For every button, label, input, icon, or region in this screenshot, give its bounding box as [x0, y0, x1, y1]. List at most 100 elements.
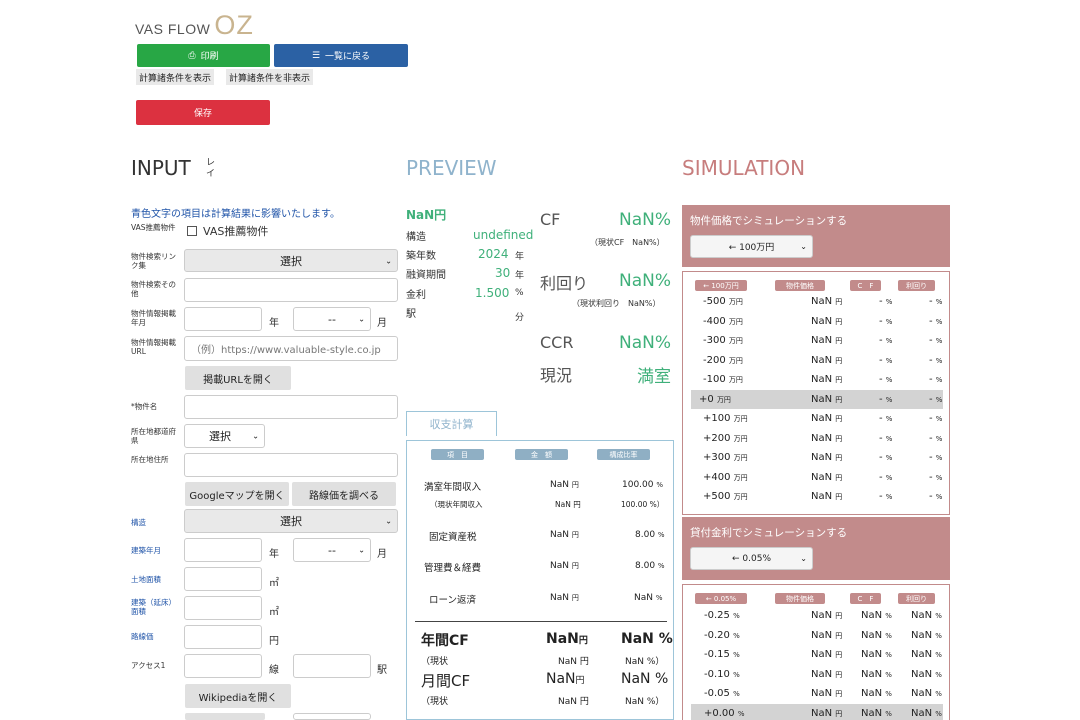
- tab-calc[interactable]: 収支計算: [406, 411, 497, 436]
- line-input[interactable]: [184, 654, 262, 678]
- sim-price: NaN 円: [811, 707, 843, 719]
- route-input[interactable]: [184, 625, 262, 649]
- sim-row: +400 万円 NaN 円 - % - %: [691, 468, 943, 487]
- row-label: 満室年間収入: [424, 482, 482, 493]
- monthly-sub-amount: NaN 円: [558, 697, 589, 707]
- sim-yield: - %: [929, 354, 943, 366]
- route-price-button[interactable]: 路線価を調べる: [292, 482, 396, 506]
- sim-row: -0.25 % NaN 円 NaN % NaN %: [691, 606, 943, 625]
- month-unit: 月: [377, 549, 387, 560]
- sim-cf: NaN %: [861, 649, 892, 660]
- sim-row: -0.10 % NaN 円 NaN % NaN %: [691, 665, 943, 684]
- built-year-input[interactable]: [184, 538, 262, 562]
- sim-delta: +500 万円: [703, 491, 748, 502]
- struct-select[interactable]: 選択 ⌄: [184, 509, 398, 533]
- preview-station-unit: 分: [515, 313, 525, 323]
- line-unit: 線: [269, 665, 279, 676]
- sim-yield: NaN %: [911, 668, 942, 680]
- sim-yield: - %: [929, 452, 943, 463]
- pref-select[interactable]: 選択 ⌄: [184, 424, 265, 448]
- ccr-value: NaN%: [619, 333, 672, 353]
- sim-row: -0.15 % NaN 円 NaN % NaN %: [691, 645, 943, 664]
- sim-price: NaN 円: [811, 452, 843, 463]
- cf-label: CF: [540, 210, 561, 229]
- sim-delta: +0 万円: [699, 393, 731, 405]
- preview-struct-label: 構造: [406, 232, 426, 243]
- sim-price: NaN 円: [811, 471, 843, 483]
- station-unit: 駅: [377, 665, 387, 676]
- sim-row: +0 万円 NaN 円 - % - %: [691, 389, 943, 409]
- row-ratio: 8.00 %: [635, 561, 665, 571]
- info-year-input[interactable]: [184, 307, 262, 331]
- sim-row: +500 万円 NaN 円 - % - %: [691, 487, 943, 506]
- address-label: 所在地住所: [131, 455, 169, 464]
- address-input[interactable]: [184, 453, 398, 477]
- input-title: INPUT: [131, 156, 191, 180]
- yield-sub: （現状利回り NaN%）: [572, 299, 661, 308]
- sim-delta: -0.15 %: [704, 649, 740, 660]
- vas-checkbox[interactable]: [187, 226, 197, 236]
- land-input[interactable]: [184, 567, 262, 591]
- sim-price: NaN 円: [811, 668, 843, 680]
- list-icon: ☰: [311, 50, 321, 61]
- chevron-down-icon: ⌄: [358, 545, 365, 555]
- rate-sim-title: 貸付金利でシミュレーションする: [690, 527, 848, 539]
- open-url-button[interactable]: 掲載URLを開く: [185, 366, 291, 390]
- show-conditions-button[interactable]: 計算諸条件を表示: [136, 69, 215, 85]
- rate-step-select[interactable]: ← 0.05% ⌄: [690, 547, 813, 570]
- hide-conditions-button[interactable]: 計算諸条件を非表示: [226, 69, 314, 85]
- chevron-down-icon: ⌄: [385, 516, 392, 526]
- annual-cf-ratio: NaN %: [621, 631, 673, 647]
- sim-price: NaN 円: [811, 629, 843, 641]
- search-other-input[interactable]: [184, 278, 398, 302]
- oz-logo: OZ: [214, 10, 254, 40]
- search-link-select[interactable]: 選択 ⌄: [184, 249, 398, 272]
- sim-yield: NaN %: [911, 610, 942, 621]
- sim-delta: +100 万円: [703, 413, 748, 424]
- layout-toggle[interactable]: レイアウト変更: [206, 158, 218, 180]
- status-label: 現況: [540, 366, 573, 385]
- sim-row: -200 万円 NaN 円 - % - %: [691, 351, 943, 370]
- save-button[interactable]: 保存: [136, 100, 270, 125]
- price-sim-table: ← 100万円 物件価格 C F 利回り -500 万円 NaN 円- % - % -…: [682, 271, 950, 515]
- app-brand: VAS FLOW OZ: [135, 10, 254, 40]
- sim-row: -500 万円 NaN 円 - % - %: [691, 292, 943, 311]
- access-label: アクセス1: [131, 661, 166, 670]
- sim-cf: - %: [879, 432, 893, 444]
- monthly-cf-label: 月間CF: [421, 672, 471, 690]
- sim-cf: - %: [879, 452, 893, 463]
- price-step-select[interactable]: ← 100万円 ⌄: [690, 235, 813, 258]
- search-other-label: 物件検索その他: [131, 280, 176, 298]
- sim-price: NaN 円: [811, 335, 843, 346]
- sim-cf: - %: [879, 354, 893, 366]
- info-url-input[interactable]: （例）https://www.valuable-style.co.jp: [184, 336, 398, 361]
- row-ratio: 100.00 %: [622, 480, 664, 490]
- blue-items-note: 青色文字の項目は計算結果に影響いたします。: [131, 209, 340, 220]
- sim-delta: +400 万円: [703, 471, 748, 483]
- price-col-price: 物件価格: [775, 280, 825, 291]
- station-input[interactable]: [293, 654, 371, 678]
- sim-cf: NaN %: [861, 629, 892, 641]
- sim-yield: NaN %: [911, 707, 942, 719]
- search-link-label: 物件検索リンク集: [131, 252, 176, 270]
- col-item: 項 目: [431, 449, 484, 460]
- built-month-select[interactable]: -- ⌄: [293, 538, 371, 562]
- name-input[interactable]: [184, 395, 398, 419]
- wikipedia-button[interactable]: Wikipediaを開く: [185, 684, 291, 708]
- annual-sub-label: （現状: [421, 657, 449, 667]
- back-to-list-button[interactable]: ☰ 一覧に戻る: [274, 44, 408, 67]
- sim-cf: - %: [879, 413, 893, 424]
- status-value: 満室: [637, 367, 671, 387]
- preview-age-label: 築年数: [406, 251, 436, 262]
- extra-input-partial[interactable]: [293, 713, 371, 720]
- info-month-select[interactable]: -- ⌄: [293, 307, 371, 331]
- print-button[interactable]: ⎙ 印刷: [137, 44, 270, 67]
- sim-price: NaN 円: [811, 374, 843, 385]
- struct-label: 構造: [131, 518, 146, 527]
- extra-select-partial[interactable]: [185, 713, 265, 720]
- sim-price: NaN 円: [811, 296, 843, 307]
- floor-input[interactable]: [184, 596, 262, 620]
- sim-delta: -0.25 %: [704, 610, 740, 621]
- google-map-button[interactable]: Googleマップを開く: [185, 482, 289, 506]
- info-url-label: 物件情報掲載URL: [131, 338, 176, 356]
